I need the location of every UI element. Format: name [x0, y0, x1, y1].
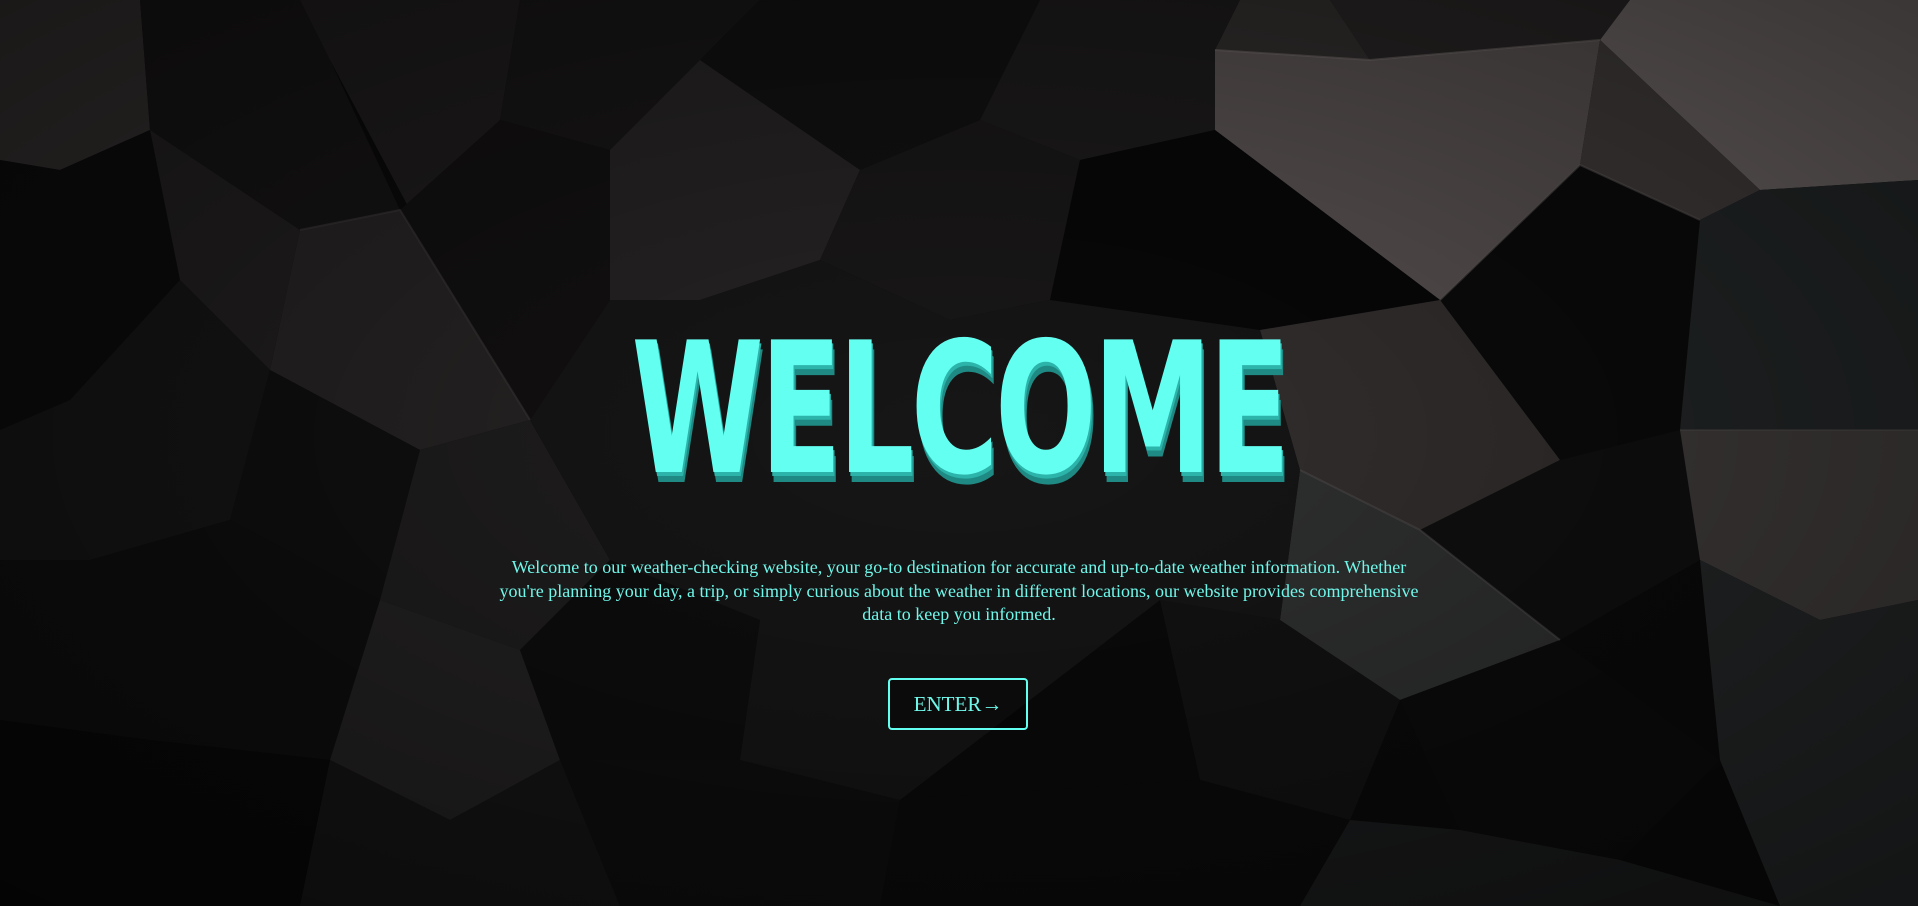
- welcome-title: WELCOME: [631, 303, 1290, 515]
- hero-section: WELCOME Welcome to our weather-checking …: [0, 0, 1918, 906]
- welcome-description: Welcome to our weather-checking website,…: [499, 557, 1419, 624]
- landing-page: WELCOME Welcome to our weather-checking …: [0, 0, 1918, 906]
- enter-button[interactable]: ENTER→: [888, 678, 1028, 730]
